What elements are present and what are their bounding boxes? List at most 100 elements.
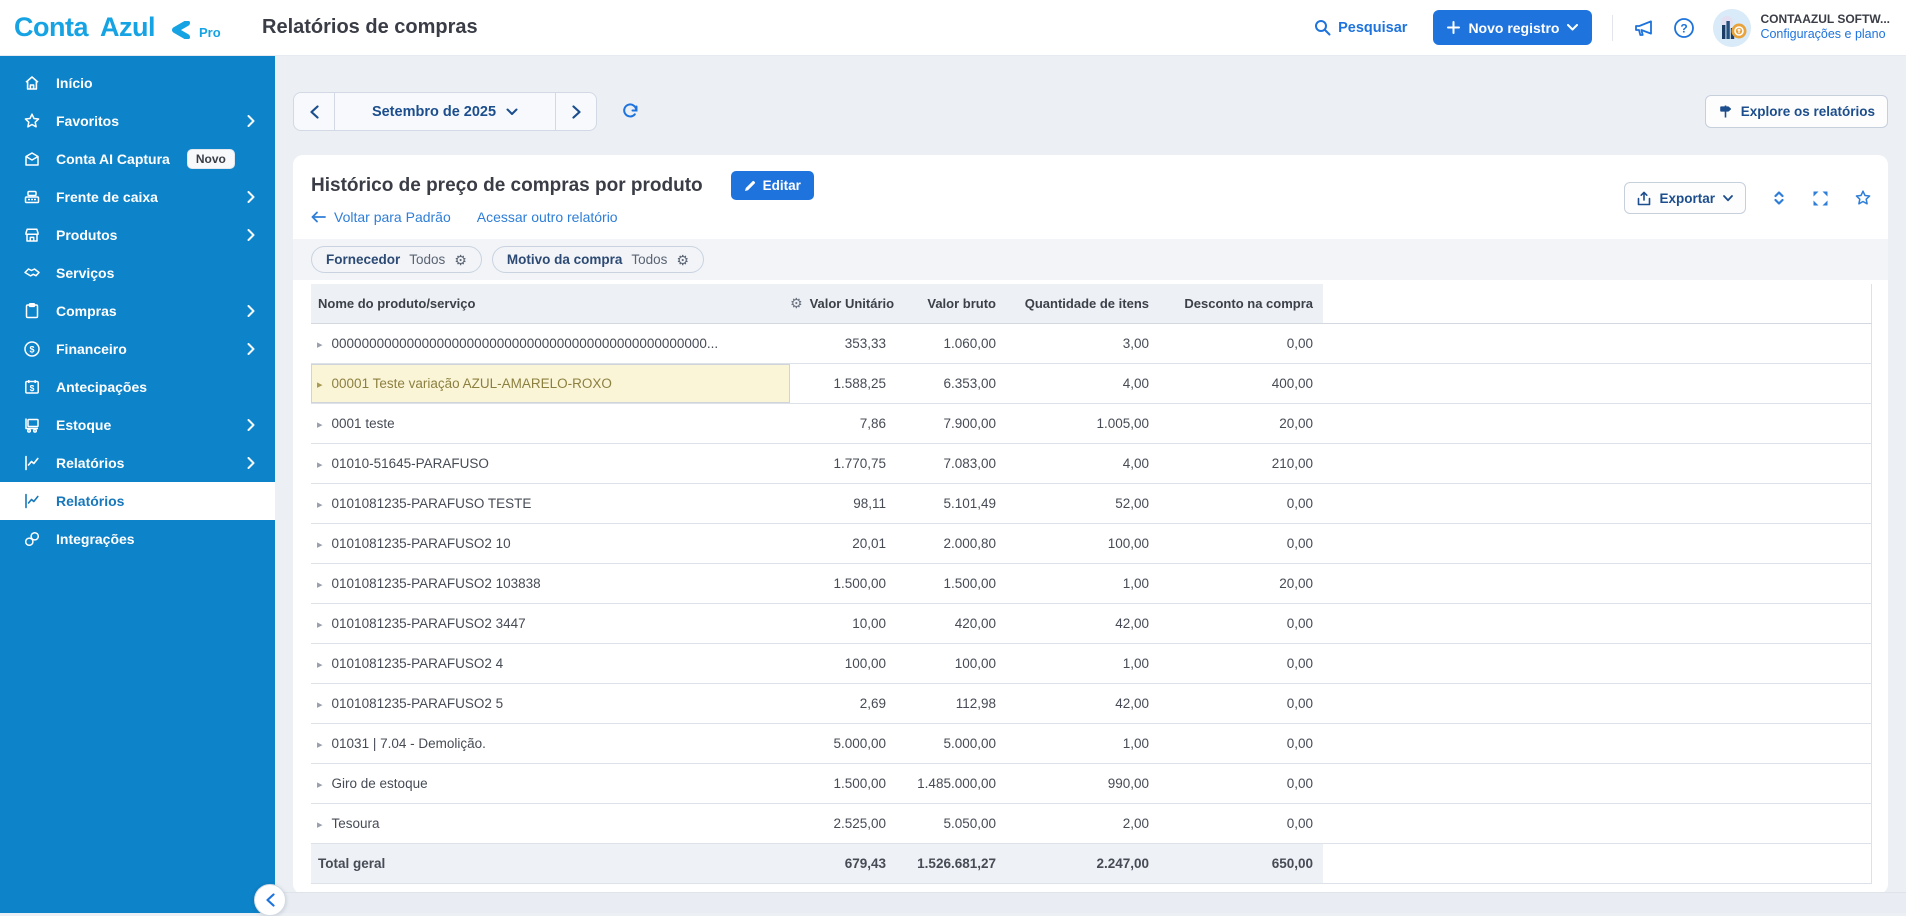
- total-quantity: 2.247,00: [1006, 844, 1159, 884]
- chart-line-icon: [23, 492, 41, 510]
- sidebar-collapse-button[interactable]: [254, 884, 286, 916]
- expand-row-icon[interactable]: ▸: [317, 539, 323, 551]
- expand-row-icon[interactable]: ▸: [317, 619, 323, 631]
- column-header-nome[interactable]: Nome do produto/serviço: [311, 284, 790, 324]
- fullscreen-button[interactable]: [1812, 190, 1829, 207]
- product-name: 0101081235-PARAFUSO TESTE: [332, 496, 532, 511]
- sidebar-item-relatorios-active[interactable]: Relatórios: [0, 482, 275, 520]
- sidebar-item-compras[interactable]: Compras: [0, 292, 275, 330]
- column-header-filler: [1323, 284, 1872, 324]
- product-name-cell[interactable]: ▸Giro de estoque: [311, 764, 790, 804]
- product-name-cell[interactable]: ▸Tesoura: [311, 804, 790, 844]
- sidebar-item-integracoes[interactable]: Integrações: [0, 520, 275, 558]
- product-name-cell[interactable]: ▸0101081235-PARAFUSO2 3447: [311, 604, 790, 644]
- previous-period-button[interactable]: [294, 93, 335, 130]
- sidebar-item-favoritos[interactable]: Favoritos: [0, 102, 275, 140]
- filter-chip-fornecedor[interactable]: Fornecedor Todos ⚙: [311, 246, 482, 273]
- sidebar-item-servicos[interactable]: Serviços: [0, 254, 275, 292]
- sidebar-item-label: Conta AI Captura: [56, 151, 170, 167]
- expand-row-icon[interactable]: ▸: [317, 579, 323, 591]
- table-row[interactable]: ▸0101081235-PARAFUSO TESTE98,115.101,495…: [311, 484, 1872, 524]
- product-name-cell[interactable]: ▸0001 teste: [311, 404, 790, 444]
- expand-row-icon[interactable]: ▸: [317, 699, 323, 711]
- table-row[interactable]: ▸0001 teste7,867.900,001.005,0020,00: [311, 404, 1872, 444]
- unit-value-cell: 1.500,00: [790, 764, 896, 804]
- expand-row-icon[interactable]: ▸: [317, 419, 323, 431]
- page-title: Relatórios de compras: [262, 16, 478, 39]
- product-name-cell[interactable]: ▸0101081235-PARAFUSO2 10: [311, 524, 790, 564]
- new-record-button[interactable]: Novo registro: [1433, 10, 1592, 45]
- help-button[interactable]: ?: [1673, 17, 1695, 39]
- expand-row-icon[interactable]: ▸: [317, 459, 323, 471]
- discount-cell: 0,00: [1159, 604, 1323, 644]
- edit-report-button[interactable]: Editar: [731, 171, 814, 200]
- column-header-quantidade[interactable]: Quantidade de itens: [1006, 284, 1159, 324]
- product-name-cell[interactable]: ▸00001 Teste variação AZUL-AMARELO-ROXO: [311, 364, 790, 404]
- sidebar-item-label: Favoritos: [56, 113, 119, 129]
- sidebar-item-frente-de-caixa[interactable]: Frente de caixa: [0, 178, 275, 216]
- product-name-cell[interactable]: ▸0101081235-PARAFUSO2 103838: [311, 564, 790, 604]
- product-name-cell[interactable]: ▸ 01031 | 7.04 - Demolição.: [311, 724, 790, 764]
- expand-row-icon[interactable]: ▸: [317, 739, 323, 751]
- column-header-valor-unitario[interactable]: ⚙Valor Unitário: [790, 284, 896, 324]
- period-selector[interactable]: Setembro de 2025: [335, 93, 555, 130]
- sidebar-item-produtos[interactable]: Produtos: [0, 216, 275, 254]
- expand-row-icon[interactable]: ▸: [317, 659, 323, 671]
- avatar[interactable]: [1713, 9, 1751, 47]
- sidebar-item-relatorios[interactable]: Relatórios: [0, 444, 275, 482]
- table-row[interactable]: ▸00001 Teste variação AZUL-AMARELO-ROXO1…: [311, 364, 1872, 404]
- column-header-valor-bruto[interactable]: Valor bruto: [896, 284, 1006, 324]
- table-row[interactable]: ▸Tesoura2.525,005.050,002,000,00: [311, 804, 1872, 844]
- expand-row-icon[interactable]: ▸: [317, 779, 323, 791]
- table-row[interactable]: ▸01010-51645-PARAFUSO1.770,757.083,004,0…: [311, 444, 1872, 484]
- table-row[interactable]: ▸0101081235-PARAFUSO2 344710,00420,0042,…: [311, 604, 1872, 644]
- product-name-cell[interactable]: ▸01010-51645-PARAFUSO: [311, 444, 790, 484]
- table-row[interactable]: ▸0101081235-PARAFUSO2 4100,00100,001,000…: [311, 644, 1872, 684]
- account-menu[interactable]: CONTAAZUL SOFTW... Configurações e plano: [1760, 12, 1890, 43]
- total-row: Total geral 679,43 1.526.681,27 2.247,00…: [311, 844, 1872, 884]
- explore-reports-button[interactable]: Explore os relatórios: [1705, 95, 1888, 128]
- collapse-rows-button[interactable]: [1771, 189, 1787, 207]
- discount-cell: 0,00: [1159, 324, 1323, 364]
- gear-icon[interactable]: ⚙: [454, 253, 467, 267]
- export-button[interactable]: Exportar: [1624, 182, 1746, 214]
- search-button[interactable]: Pesquisar: [1314, 19, 1407, 36]
- filter-chip-motivo-da-compra[interactable]: Motivo da compra Todos ⚙: [492, 246, 704, 273]
- column-header-desconto[interactable]: Desconto na compra: [1159, 284, 1323, 324]
- table-row[interactable]: ▸0101081235-PARAFUSO2 1020,012.000,80100…: [311, 524, 1872, 564]
- table-row[interactable]: ▸0101081235-PARAFUSO2 1038381.500,001.50…: [311, 564, 1872, 604]
- expand-row-icon[interactable]: ▸: [317, 499, 323, 511]
- plan-label: Pro: [199, 25, 221, 40]
- favorite-report-button[interactable]: [1854, 189, 1872, 207]
- expand-row-icon[interactable]: ▸: [317, 379, 323, 391]
- sidebar-item-financeiro[interactable]: $ Financeiro: [0, 330, 275, 368]
- table-row[interactable]: ▸01031 | 7.04 - Demolição.5.000,005.000,…: [311, 724, 1872, 764]
- announcements-button[interactable]: [1633, 17, 1655, 39]
- product-name: 01031 | 7.04 - Demolição.: [332, 736, 486, 751]
- contaazul-logo[interactable]: Conta Azul Pro: [14, 14, 262, 41]
- filter-bar: Fornecedor Todos ⚙ Motivo da compra Todo…: [293, 239, 1888, 280]
- expand-row-icon[interactable]: ▸: [317, 819, 323, 831]
- table-row[interactable]: ▸0101081235-PARAFUSO2 52,69112,9842,000,…: [311, 684, 1872, 724]
- table-row[interactable]: ▸Giro de estoque1.500,001.485.000,00990,…: [311, 764, 1872, 804]
- expand-row-icon[interactable]: ▸: [317, 339, 323, 351]
- product-name-cell[interactable]: ▸0101081235-PARAFUSO2 4: [311, 644, 790, 684]
- product-name-cell[interactable]: ▸0101081235-PARAFUSO2 5: [311, 684, 790, 724]
- sidebar-item-antecipacoes[interactable]: $ Antecipações: [0, 368, 275, 406]
- horizontal-scrollbar[interactable]: [275, 892, 1906, 913]
- gear-icon[interactable]: ⚙: [676, 253, 689, 267]
- access-other-report-link[interactable]: Acessar outro relatório: [477, 209, 618, 225]
- handshake-icon: [23, 264, 41, 282]
- refresh-button[interactable]: [621, 102, 640, 121]
- account-settings-link[interactable]: Configurações e plano: [1760, 27, 1890, 43]
- next-period-button[interactable]: [555, 93, 596, 130]
- gear-icon[interactable]: ⚙: [790, 295, 803, 311]
- sidebar-item-estoque[interactable]: Estoque: [0, 406, 275, 444]
- product-name-cell[interactable]: ▸000000000000000000000000000000000000000…: [311, 324, 790, 364]
- product-name-cell[interactable]: ▸ 0101081235-PARAFUSO TESTE: [311, 484, 790, 524]
- sidebar-item-inicio[interactable]: Início: [0, 64, 275, 102]
- sidebar-item-conta-ai-captura[interactable]: Conta AI Captura Novo: [0, 140, 275, 178]
- back-to-default-link[interactable]: Voltar para Padrão: [311, 209, 451, 225]
- table-row[interactable]: ▸000000000000000000000000000000000000000…: [311, 324, 1872, 364]
- sidebar-menu: Início Favoritos Conta AI Captura Novo F…: [0, 64, 275, 558]
